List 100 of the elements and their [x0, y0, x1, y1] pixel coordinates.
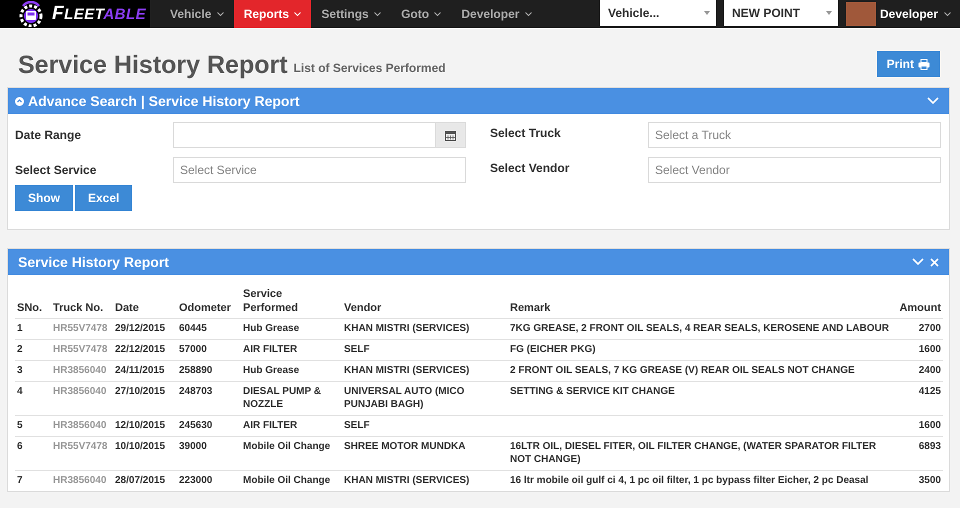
column-header: Vendor: [342, 285, 508, 318]
table-cell: 10/10/2015: [115, 441, 166, 452]
table-cell: Mobile Oil Change: [243, 441, 330, 452]
circle-icon: [15, 96, 24, 106]
table-cell: HR3856040: [53, 420, 106, 431]
dropdown-arrow-icon: [704, 11, 710, 15]
column-header: Odometer: [177, 285, 241, 318]
table-cell: HR3856040: [53, 365, 106, 376]
table-cell: AIR FILTER: [243, 420, 298, 431]
field-label: Select Vendor: [490, 160, 570, 175]
table-cell: 248703: [179, 386, 212, 397]
close-icon[interactable]: [930, 258, 939, 266]
column-header: Amount: [893, 285, 943, 318]
table-cell: KHAN MISTRI (SERVICES): [344, 365, 470, 376]
column-header: Remark: [508, 285, 893, 318]
table-cell: 6893: [918, 441, 941, 452]
chevron-down-icon: [944, 12, 952, 16]
table-cell: DIESAL PUMP & NOZZLE: [243, 386, 321, 410]
nav-menu-item[interactable]: Developer: [451, 0, 542, 28]
table-cell: 2 FRONT OIL SEALS, 7 KG GREASE (V) REAR OIL SEALS NOT CHANGE: [510, 365, 855, 376]
table-cell: 223000: [179, 475, 212, 486]
column-header: SNo.: [15, 285, 51, 318]
nav-menu-item[interactable]: Goto: [391, 0, 452, 28]
table-cell: KHAN MISTRI (SERVICES): [344, 475, 470, 486]
table-cell: Hub Grease: [243, 323, 300, 334]
table-cell: 3500: [918, 475, 941, 486]
table-cell: 7KG GREASE, 2 FRONT OIL SEALS, 4 REAR SEALS, KEROSENE AND LABOUR: [510, 323, 889, 334]
panel-title: Advance Search | Service History Report: [28, 93, 300, 109]
table-cell: 29/12/2015: [115, 323, 166, 334]
table-cell: 16 ltr mobile oil gulf ci 4, 1 pc oil filter, 1 pc bypass filter Eicher, 2 pc Deasal: [510, 475, 868, 486]
calendar-button[interactable]: [436, 122, 466, 148]
page-title: Service History Report: [18, 51, 288, 79]
truck-select-field[interactable]: Select a Truck: [648, 122, 941, 148]
user-menu[interactable]: Developer: [846, 0, 960, 28]
table-cell: Mobile Oil Change: [243, 475, 330, 486]
table-cell: 3: [17, 365, 23, 376]
table-cell: Hub Grease: [243, 365, 300, 376]
nav-menu-item[interactable]: Reports: [234, 0, 312, 28]
field-label: Date Range: [15, 128, 82, 142]
table-cell: 4125: [918, 386, 941, 397]
vendor-select-field[interactable]: Select Vendor: [648, 157, 941, 183]
table-cell: KHAN MISTRI (SERVICES): [344, 323, 470, 334]
table-cell: 2: [17, 344, 23, 355]
form-button[interactable]: Show: [15, 185, 73, 211]
table-cell: 245630: [179, 420, 212, 431]
user-name: Developer: [880, 7, 938, 21]
print-button[interactable]: Print: [876, 51, 940, 77]
chevron-down-icon[interactable]: [912, 258, 924, 266]
chevron-down-icon: [374, 12, 382, 18]
table-cell: HR3856040: [53, 386, 106, 397]
fleetable-logo[interactable]: FLEETABLE: [0, 0, 150, 28]
date-range-field[interactable]: [173, 122, 436, 148]
chevron-down-icon[interactable]: [927, 97, 939, 105]
table-cell: 27/10/2015: [115, 386, 166, 397]
table-cell: 28/07/2015: [115, 475, 166, 486]
column-header: Truck No.: [51, 285, 113, 318]
table-cell: 4: [17, 386, 23, 397]
table-cell: HR55V7478: [53, 344, 108, 355]
table-cell: SETTING & SERVICE KIT CHANGE: [510, 386, 675, 397]
chevron-down-icon: [216, 12, 224, 18]
dropdown-arrow-icon: [826, 11, 832, 15]
table-cell: 39000: [179, 441, 207, 452]
service-select-field[interactable]: Select Service: [173, 157, 466, 183]
table-cell: 1600: [918, 344, 941, 355]
table-cell: HR3856040: [53, 475, 106, 486]
table-cell: 57000: [179, 344, 207, 355]
table-cell: HR55V7478: [53, 441, 108, 452]
column-header: Date: [113, 285, 177, 318]
vehicle-dropdown[interactable]: Vehicle...: [600, 0, 716, 26]
panel-title: Service History Report: [18, 254, 169, 270]
table-cell: 5: [17, 420, 23, 431]
avatar-placeholder: [846, 2, 876, 26]
table-cell: 60445: [179, 323, 207, 334]
table-cell: 6: [17, 441, 23, 452]
form-button[interactable]: Excel: [75, 185, 132, 211]
brand-name: FLEETABLE: [52, 3, 146, 25]
nav-menu-item[interactable]: Settings: [311, 0, 392, 28]
calendar-icon: [445, 130, 456, 140]
column-header: Service Performed: [241, 285, 342, 318]
table-cell: 1600: [918, 420, 941, 431]
field-label: Select Truck: [490, 125, 562, 140]
table-cell: UNIVERSAL AUTO (MICO PUNJABI BAGH): [344, 386, 464, 410]
page-subtitle: List of Services Performed: [294, 61, 446, 75]
table-cell: 7: [17, 475, 23, 486]
printer-icon: [918, 58, 930, 70]
table-cell: HR55V7478: [53, 323, 108, 334]
table-cell: 258890: [179, 365, 212, 376]
table-cell: 22/12/2015: [115, 344, 166, 355]
nav-menu-item[interactable]: Vehicle: [160, 0, 234, 28]
chevron-down-icon: [294, 12, 302, 18]
table-cell: 1: [17, 323, 23, 334]
table-cell: SELF: [344, 420, 370, 431]
point-dropdown[interactable]: NEW POINT: [724, 0, 838, 26]
chevron-down-icon: [434, 12, 442, 18]
table-cell: 16LTR OIL, DIESEL FITER, OIL FILTER CHANGE, (WATER SPARATOR FILTER NOT CHANGE): [510, 441, 876, 465]
table-cell: SHREE MOTOR MUNDKA: [344, 441, 466, 452]
table-cell: SELF: [344, 344, 370, 355]
table-cell: 24/11/2015: [115, 365, 164, 376]
table-cell: FG (EICHER PKG): [510, 344, 596, 355]
table-cell: 12/10/2015: [115, 420, 166, 431]
